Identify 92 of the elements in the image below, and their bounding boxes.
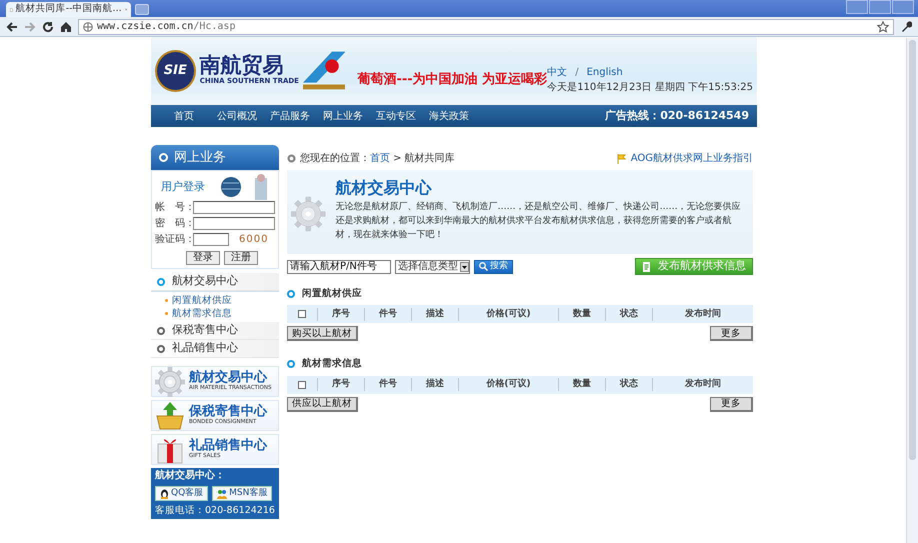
forward-icon [24, 20, 36, 32]
column-header: 状态 [605, 378, 652, 392]
submenu-link[interactable]: 航材需求信息 [172, 307, 232, 320]
reload-icon [42, 20, 54, 32]
people-icon [217, 488, 228, 498]
sidebar-menu-item[interactable]: 航材交易中心 [151, 273, 279, 291]
field-label: 密 码： [155, 216, 191, 231]
column-header: 数量 [558, 378, 605, 392]
column-header: 发布时间 [652, 378, 753, 392]
column-header: 数量 [558, 308, 605, 321]
logo-emblem: SIE [155, 50, 196, 92]
guide-link[interactable]: AOG航材供求网上业务指引 [616, 151, 753, 166]
hotline-text: 广告热线：020-86124549 [605, 108, 749, 124]
nav-link[interactable]: 公司概况 [212, 108, 262, 124]
input-field[interactable] [193, 201, 275, 214]
more-button[interactable]: 更多 [710, 326, 753, 342]
language-separator: / [575, 66, 579, 80]
banner-title: 航材交易中心 [189, 370, 268, 384]
more-button[interactable]: 更多 [710, 396, 753, 412]
intro-text: 无论您是航材原厂、经销商、飞机制造厂……，还是航空公司、维修厂、快递公司……，无论您要供应还是求购航材，都可以来到华南最大的航材供求平台发布航材供求信息，获得您所需要的客户或者航材，现在就来体验一下吧！ [336, 200, 742, 242]
action-button[interactable]: 供应以上航材 [287, 396, 358, 412]
search-button[interactable]: 搜索 [474, 260, 513, 274]
search-icon [479, 262, 488, 271]
logo-title: 南航贸易 [200, 55, 284, 76]
globe-icon [83, 22, 93, 32]
nav-link[interactable]: 海关政策 [424, 108, 474, 124]
search-field[interactable]: 请输入航材P/N件号 [287, 260, 391, 274]
column-header: 件号 [364, 378, 411, 392]
sidebar-menu-item[interactable]: 礼品销售中心 [151, 340, 279, 358]
contact-title: 航材交易中心： [155, 470, 226, 482]
column-header: 状态 [605, 308, 652, 321]
input-field[interactable] [193, 217, 275, 230]
column-header: 价格(可议) [458, 308, 558, 321]
ring-icon [159, 153, 168, 162]
breadcrumb-text: 您现在的位置：首页 > 航材共同库 [300, 152, 455, 166]
section-title: 航材需求信息 [302, 357, 362, 372]
flag-icon [616, 154, 627, 164]
captcha-code: 6000 [239, 233, 268, 247]
bullet-icon [165, 312, 168, 315]
nav-link[interactable]: 互动专区 [371, 108, 421, 124]
field-label: 验证码： [155, 233, 191, 247]
sidebar-title: 网上业务 [174, 148, 226, 167]
banner-title: 保税寄售中心 [189, 404, 267, 418]
chat-button[interactable]: MSN客服 [212, 486, 272, 501]
column-header: 发布时间 [652, 308, 753, 321]
sidebar-menu-item[interactable]: 保税寄售中心 [151, 322, 279, 340]
type-select[interactable]: 选择信息类型 [395, 260, 470, 274]
breadcrumb-link[interactable]: 首页 [370, 153, 390, 164]
home-icon [60, 20, 72, 32]
login-button[interactable]: 注册 [224, 251, 258, 265]
nav-link[interactable]: 产品服务 [265, 108, 315, 124]
bullet-icon [165, 299, 168, 302]
action-button[interactable]: 购买以上航材 [287, 326, 358, 342]
nav-link[interactable]: 网上业务 [318, 108, 368, 124]
star-icon [877, 20, 889, 32]
login-button[interactable]: 登录 [186, 251, 220, 265]
date-text: 今天是110年12月23日 星期四 下午15:53:25 [547, 80, 753, 95]
penguin-icon [160, 488, 169, 498]
scrollbar[interactable] [906, 38, 918, 543]
column-header: 件号 [364, 308, 411, 321]
url-text: www.czsie.com.cn/Hc.asp [97, 20, 236, 34]
select-all-checkbox[interactable] [298, 310, 306, 318]
browser-tab[interactable]: 航材共同库--中国南航... [6, 2, 131, 17]
back-icon [6, 20, 18, 32]
intro-title: 航材交易中心 [336, 177, 433, 199]
chat-button[interactable]: QQ客服 [155, 486, 208, 501]
bullet-icon [287, 154, 296, 163]
column-header: 序号 [317, 378, 364, 392]
banner-title: 礼品销售中心 [189, 438, 267, 452]
column-header: 描述 [411, 308, 458, 321]
field-label: 帐 号： [155, 200, 191, 215]
gear-icon [155, 366, 185, 396]
column-header: 描述 [411, 378, 458, 392]
login-heading: 用户登录 [161, 178, 205, 195]
captcha-field[interactable] [193, 233, 229, 246]
address-bar[interactable]: www.czsie.com.cn/Hc.asp [78, 18, 894, 34]
tail-fin-drawing [302, 51, 346, 91]
submenu-link[interactable]: 闲置航材供应 [172, 294, 232, 307]
ring-icon [287, 360, 295, 368]
contact-phone: 客服电话：020-86124216 [155, 505, 275, 517]
basket-icon [155, 402, 185, 430]
language-link[interactable]: 中文 [547, 65, 568, 80]
column-header: 序号 [317, 308, 364, 321]
language-link[interactable]: English [586, 65, 623, 80]
caret-icon [460, 262, 469, 272]
ring-icon [287, 290, 295, 298]
column-header: 价格(可议) [458, 378, 558, 392]
section-title: 闲置航材供应 [302, 287, 362, 301]
nav-link[interactable]: 首页 [159, 108, 209, 124]
slogan-text: 葡萄酒---为中国加油 为亚运喝彩 [357, 71, 548, 88]
wrench-icon [900, 20, 912, 32]
select-all-checkbox[interactable] [298, 380, 306, 388]
